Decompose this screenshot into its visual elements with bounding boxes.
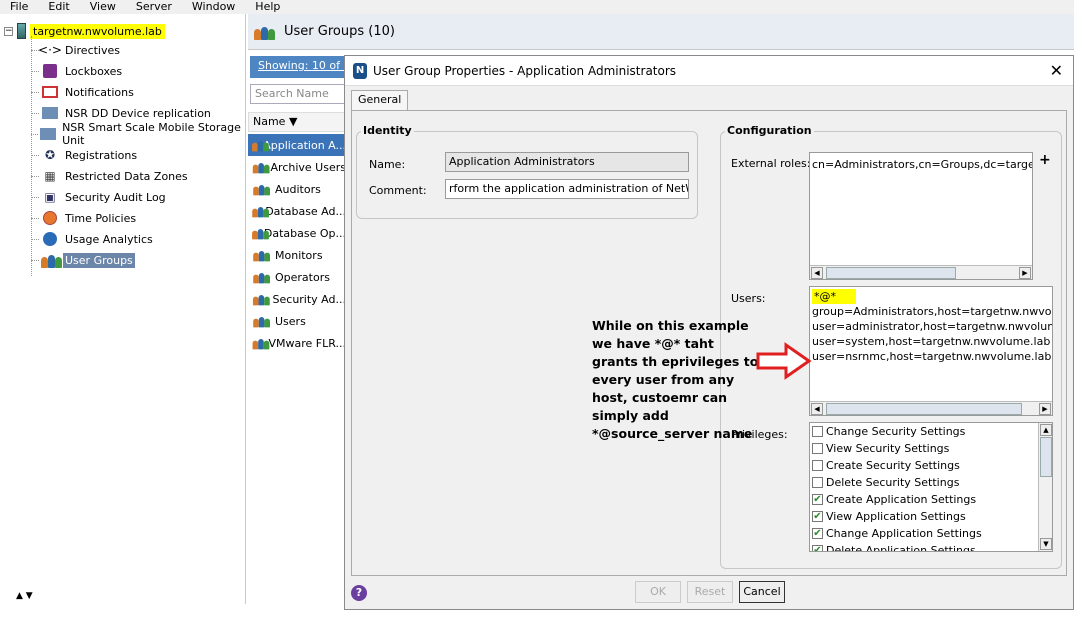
list-item[interactable]: Database Ad...	[248, 200, 346, 222]
analytics-icon	[41, 231, 59, 247]
checkbox-checked[interactable]: ✔	[812, 494, 823, 505]
checkbox-checked[interactable]: ✔	[812, 511, 823, 522]
list-item[interactable]: Application A...	[248, 134, 346, 156]
user-groups-icon	[254, 24, 276, 40]
showing-link[interactable]: Showing: 10 of 10	[250, 56, 346, 78]
group-list-panel: Showing: 10 of 10 Search Name Name ▼ App…	[248, 50, 346, 604]
wildcard-user: *@*	[812, 289, 856, 304]
user-groups-icon	[41, 252, 62, 268]
menu-edit[interactable]: Edit	[38, 0, 79, 14]
checkbox[interactable]	[812, 443, 823, 454]
tree-item-time-policies[interactable]: Time Policies	[31, 208, 138, 228]
tree-item-registrations[interactable]: ✪ Registrations	[31, 145, 139, 165]
checkbox-checked[interactable]: ✔	[812, 528, 823, 539]
identity-legend: Identity	[361, 124, 414, 137]
list-item[interactable]: Security Ad...	[248, 288, 346, 310]
registration-icon: ✪	[44, 148, 56, 162]
cancel-button[interactable]: Cancel	[739, 581, 785, 603]
list-item[interactable]: Users	[248, 310, 346, 332]
checkbox-checked[interactable]: ✔	[812, 545, 823, 551]
external-roles-hscroll[interactable]: ◀ ▶	[810, 265, 1032, 279]
checkbox[interactable]	[812, 460, 823, 471]
external-roles-label: External roles:	[731, 157, 811, 170]
list-item[interactable]: Operators	[248, 266, 346, 288]
lockbox-icon	[41, 63, 59, 79]
tree-item-security-audit-log[interactable]: ▣ Security Audit Log	[31, 187, 168, 207]
dialog-title-bar: N User Group Properties - Application Ad…	[345, 56, 1073, 86]
menu-server[interactable]: Server	[126, 0, 182, 14]
annotation-arrow-icon	[756, 342, 812, 380]
ok-button[interactable]: OK	[635, 581, 681, 603]
privilege-delete-application[interactable]: ✔ Delete Application Settings	[810, 542, 1052, 551]
menu-view[interactable]: View	[80, 0, 126, 14]
tree-scroll-arrows[interactable]: ▲ ▼	[0, 588, 246, 604]
close-icon[interactable]: ✕	[1050, 61, 1063, 80]
server-icon	[17, 23, 26, 39]
tree-item-restricted-data-zones[interactable]: ▦ Restricted Data Zones	[31, 166, 190, 186]
help-icon[interactable]: ?	[351, 585, 367, 601]
list-item[interactable]: Database Op...	[248, 222, 346, 244]
menu-help[interactable]: Help	[245, 0, 290, 14]
users-hscroll[interactable]: ◀ ▶	[810, 401, 1052, 415]
add-role-icon[interactable]: +	[1039, 152, 1051, 168]
server-tree: − targetnw.nwvolume.lab <·> Directives L…	[0, 14, 246, 604]
privilege-change-application[interactable]: ✔ Change Application Settings	[810, 525, 1052, 542]
comment-label: Comment:	[369, 184, 427, 197]
data-zone-icon: ▦	[44, 169, 56, 183]
audit-log-icon: ▣	[44, 190, 56, 204]
tree-item-lockboxes[interactable]: Lockboxes	[31, 61, 124, 81]
dialog-title: User Group Properties - Application Admi…	[373, 63, 677, 78]
collapse-icon[interactable]: −	[4, 26, 13, 36]
tree-root[interactable]: − targetnw.nwvolume.lab	[4, 22, 165, 40]
privileges-list[interactable]: Change Security Settings View Security S…	[809, 422, 1053, 552]
networker-logo-icon: N	[353, 62, 367, 79]
panel-title: User Groups (10)	[284, 24, 395, 39]
panel-header: User Groups (10)	[248, 14, 1074, 50]
clock-icon	[41, 210, 59, 226]
name-column-header[interactable]: Name ▼	[248, 112, 346, 132]
external-roles-field[interactable]: cn=Administrators,cn=Groups,dc=targetnw,…	[809, 152, 1033, 280]
list-item[interactable]: Auditors	[248, 178, 346, 200]
privilege-create-security[interactable]: Create Security Settings	[810, 457, 1052, 474]
comment-field[interactable]: rform the application administration of …	[445, 179, 689, 199]
list-item[interactable]: Monitors	[248, 244, 346, 266]
users-label: Users:	[731, 292, 766, 305]
folder-icon	[40, 126, 57, 142]
name-label: Name:	[369, 158, 406, 171]
folder-icon	[41, 105, 59, 121]
list-item[interactable]: Archive Users	[248, 156, 346, 178]
menu-file[interactable]: File	[0, 0, 38, 14]
privileges-vscroll[interactable]: ▲ ▼	[1038, 423, 1052, 551]
tree-item-directives[interactable]: <·> Directives	[31, 40, 122, 60]
privilege-view-application[interactable]: ✔ View Application Settings	[810, 508, 1052, 525]
sort-desc-icon: ▼	[288, 115, 298, 128]
identity-group: Identity Name: Application Administrator…	[356, 124, 698, 219]
tree-item-smart-scale[interactable]: NSR Smart Scale Mobile Storage Unit	[31, 121, 245, 147]
checkbox[interactable]	[812, 426, 823, 437]
tree-item-notifications[interactable]: Notifications	[31, 82, 136, 102]
server-name: targetnw.nwvolume.lab	[30, 23, 165, 39]
users-field[interactable]: *@* group=Administrators,host=targetnw.n…	[809, 286, 1053, 416]
annotation-text: While on this example we have *@* taht g…	[592, 318, 759, 441]
privilege-delete-security[interactable]: Delete Security Settings	[810, 474, 1052, 491]
directives-icon: <·>	[38, 43, 62, 57]
list-item[interactable]: VMware FLR...	[248, 332, 346, 354]
privilege-change-security[interactable]: Change Security Settings	[810, 423, 1052, 440]
tree-item-usage-analytics[interactable]: Usage Analytics	[31, 229, 155, 249]
search-input[interactable]: Search Name	[250, 84, 346, 104]
privilege-create-application[interactable]: ✔ Create Application Settings	[810, 491, 1052, 508]
menu-bar: File Edit View Server Window Help	[0, 0, 1074, 14]
name-field: Application Administrators	[445, 152, 689, 172]
tab-general[interactable]: General	[351, 90, 409, 110]
reset-button[interactable]: Reset	[687, 581, 733, 603]
configuration-legend: Configuration	[725, 124, 814, 137]
tree-item-user-groups[interactable]: User Groups	[31, 250, 135, 270]
privilege-view-security[interactable]: View Security Settings	[810, 440, 1052, 457]
checkbox[interactable]	[812, 477, 823, 488]
notifications-icon	[41, 84, 59, 100]
menu-window[interactable]: Window	[182, 0, 245, 14]
